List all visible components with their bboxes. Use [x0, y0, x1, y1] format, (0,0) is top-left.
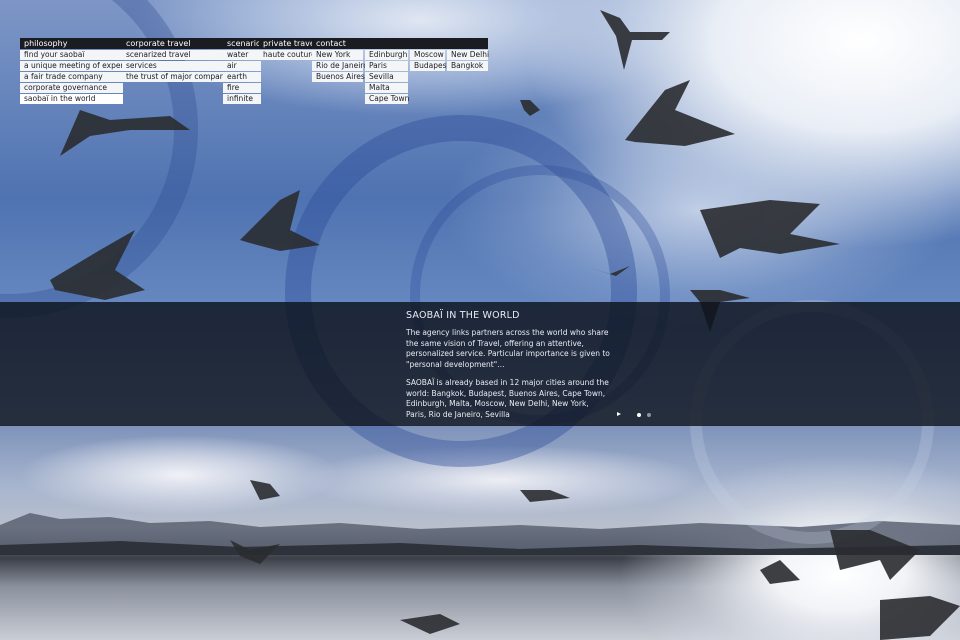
menu-item[interactable]: corporate governance — [20, 83, 123, 93]
menu-item[interactable]: scenarized travel — [122, 50, 225, 60]
cities-paragraph: SAOBAÏ is already based in 12 major citi… — [406, 378, 609, 419]
city-link[interactable]: Sevilla — [365, 72, 408, 82]
menu-column-philosophy: philosophy find your saobaï a unique mee… — [20, 38, 137, 104]
menu-column-corporate-travel: corporate travel scenarized travel servi… — [122, 38, 235, 82]
menu-item[interactable]: a fair trade company — [20, 72, 123, 82]
menu-item[interactable]: water — [223, 50, 261, 60]
menu-item[interactable]: the trust of major companies — [122, 72, 235, 82]
city-link[interactable]: Edinburgh — [365, 50, 408, 60]
play-icon[interactable] — [617, 412, 621, 416]
contact-city-column: Edinburgh Paris Sevilla Malta Cape Town — [365, 49, 409, 104]
menu-column-private-travel: private travel haute couture — [259, 38, 317, 60]
menu-item[interactable]: earth — [223, 72, 261, 82]
menu-header-scenario[interactable]: scenario — [223, 38, 261, 49]
city-link[interactable]: Rio de Janeiro — [312, 61, 368, 71]
intro-paragraph: The agency links partners across the wor… — [406, 328, 610, 369]
menu-item[interactable]: haute couture — [259, 50, 316, 60]
city-link[interactable]: New Delhi — [447, 50, 489, 60]
city-link[interactable]: Buenos Aires — [312, 72, 365, 82]
city-link[interactable]: Bangkok — [447, 61, 488, 71]
city-link[interactable]: New York — [312, 50, 363, 60]
menu-column-contact: contact New York Rio de Janeiro Buenos A… — [312, 38, 489, 104]
city-link[interactable]: Cape Town — [365, 94, 409, 104]
menu-header-private-travel[interactable]: private travel — [259, 38, 317, 49]
menu-item[interactable]: infinite — [223, 94, 261, 104]
menu-item[interactable]: find your saobaï — [20, 50, 123, 60]
city-link[interactable]: Budapest — [410, 61, 449, 71]
menu-item-active[interactable]: saobaï in the world — [20, 94, 123, 104]
contact-city-column: New York Rio de Janeiro Buenos Aires — [312, 49, 368, 82]
menu-column-scenario: scenario water air earth fire infinite — [223, 38, 261, 104]
contact-city-column: Moscow Budapest — [410, 49, 449, 71]
menu-header-corporate-travel[interactable]: corporate travel — [122, 38, 225, 49]
city-link[interactable]: Paris — [365, 61, 408, 71]
menu-header-philosophy[interactable]: philosophy — [20, 38, 123, 49]
menu-item[interactable]: services — [122, 61, 225, 71]
contact-city-column: New Delhi Bangkok — [447, 49, 489, 71]
menu-item[interactable]: a unique meeting of expertise — [20, 61, 137, 71]
pager-dot[interactable] — [647, 412, 651, 417]
city-link[interactable]: Moscow — [410, 50, 445, 60]
menu-item[interactable]: fire — [223, 83, 261, 93]
menu-header-contact[interactable]: contact — [312, 38, 488, 49]
pager-dot-active[interactable] — [637, 412, 641, 417]
section-title: SAOBAÏ IN THE WORLD — [406, 310, 520, 321]
city-link[interactable]: Malta — [365, 83, 408, 93]
menu-item[interactable]: air — [223, 61, 261, 71]
